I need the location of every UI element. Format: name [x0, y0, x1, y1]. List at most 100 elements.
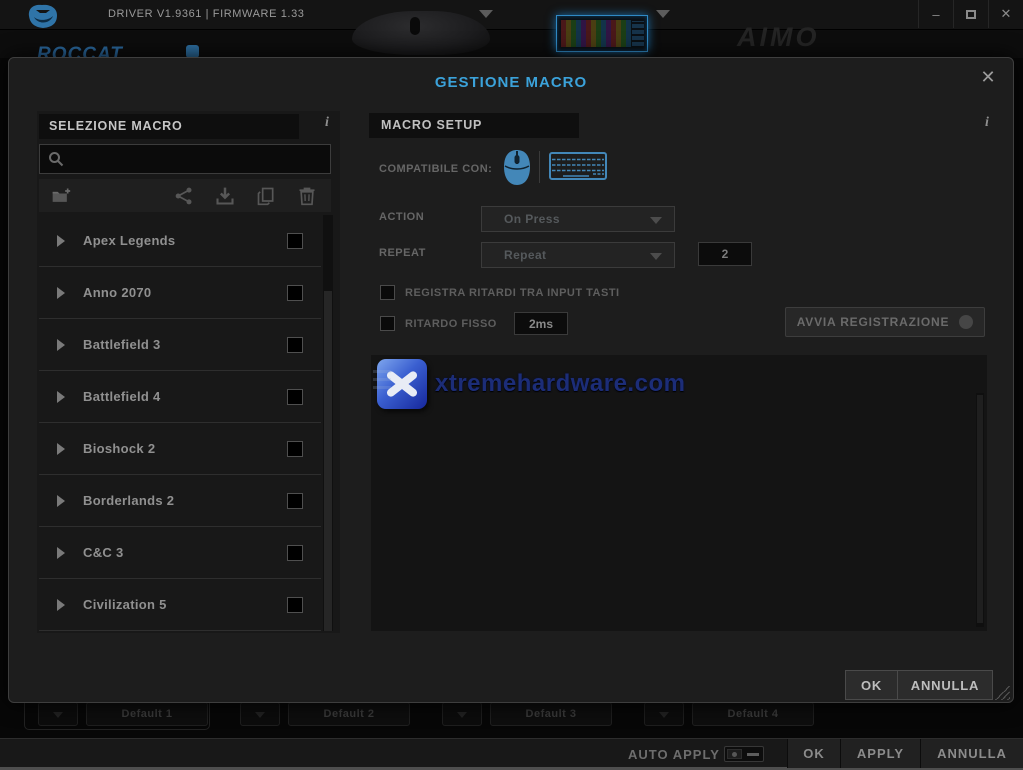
title-bar: DRIVER V1.9361 | FIRMWARE 1.33 – ✕	[0, 0, 1023, 30]
expand-arrow-icon[interactable]	[57, 495, 65, 507]
dialog-close-button[interactable]: ✕	[977, 66, 999, 88]
scrollbar-thumb[interactable]	[324, 291, 332, 631]
profile-slot: Default 4	[644, 702, 814, 726]
info-icon[interactable]: i	[985, 115, 989, 131]
minimize-button[interactable]: –	[918, 0, 953, 28]
start-recording-button[interactable]: AVVIA REGISTRAZIONE	[785, 307, 985, 337]
macro-group-name: Apex Legends	[83, 233, 175, 248]
profile-dropdown[interactable]	[644, 702, 684, 726]
app-header	[0, 30, 1023, 58]
scrollbar-thumb[interactable]	[977, 395, 983, 623]
action-label: ACTION	[379, 211, 424, 223]
expand-arrow-icon[interactable]	[57, 547, 65, 559]
profile-slot: Default 1	[38, 702, 208, 726]
macro-list-item[interactable]: Civilization 5	[39, 579, 321, 631]
repeat-label: REPEAT	[379, 247, 426, 259]
macro-list-item[interactable]: C&C 3	[39, 527, 321, 579]
expand-arrow-icon[interactable]	[57, 287, 65, 299]
profile-name[interactable]: Default 4	[692, 702, 814, 726]
profile-strip: Default 1 Default 2 Default 3 Default 4	[0, 700, 1023, 730]
macro-selection-panel: SELEZIONE MACRO i	[37, 111, 340, 633]
content-scrollbar[interactable]	[976, 393, 984, 627]
macro-group-name: Bioshock 2	[83, 441, 155, 456]
macro-group-name: Battlefield 4	[83, 389, 161, 404]
cancel-button[interactable]: ANNULLA	[920, 739, 1023, 768]
macro-list-item[interactable]: Apex Legends	[39, 215, 321, 267]
close-window-button[interactable]: ✕	[988, 0, 1023, 28]
macro-checkbox[interactable]	[287, 389, 303, 405]
search-input[interactable]	[70, 151, 320, 167]
mouse-device-image[interactable]	[352, 11, 490, 55]
delete-icon[interactable]	[297, 186, 317, 206]
info-icon[interactable]: i	[325, 115, 329, 131]
auto-apply-label: AUTO APPLY	[628, 747, 720, 762]
apply-button[interactable]: APPLY	[840, 739, 920, 768]
watermark-text: xtremehardware.com	[435, 370, 685, 398]
fixed-delay-field[interactable]: 2ms	[514, 312, 568, 335]
record-delays-checkbox[interactable]	[380, 285, 395, 300]
macro-list-item[interactable]: Bioshock 2	[39, 423, 321, 475]
bottom-action-bar: AUTO APPLY OK APPLY ANNULLA	[0, 738, 1023, 770]
expand-arrow-icon[interactable]	[57, 443, 65, 455]
auto-apply-toggle[interactable]	[724, 746, 764, 762]
profile-name[interactable]: Default 1	[86, 702, 208, 726]
record-icon	[959, 315, 973, 329]
compatible-with-label: COMPATIBILE CON:	[379, 163, 492, 175]
action-value: On Press	[504, 212, 560, 226]
profile-dropdown[interactable]	[38, 702, 78, 726]
macro-group-name: Borderlands 2	[83, 493, 174, 508]
duplicate-icon[interactable]	[256, 186, 276, 206]
dialog-ok-button[interactable]: OK	[846, 671, 898, 699]
keyboard-device-image[interactable]	[556, 15, 648, 52]
import-icon[interactable]	[215, 186, 235, 206]
macro-checkbox[interactable]	[287, 493, 303, 509]
ok-button[interactable]: OK	[787, 739, 840, 768]
fixed-delay-label: RITARDO FISSO	[405, 318, 497, 330]
profile-dropdown[interactable]	[442, 702, 482, 726]
macro-checkbox[interactable]	[287, 545, 303, 561]
macro-list-scrollbar[interactable]	[323, 215, 333, 631]
keyboard-compat-icon	[549, 152, 607, 180]
expand-arrow-icon[interactable]	[57, 599, 65, 611]
resize-grip[interactable]	[994, 686, 1010, 700]
macro-checkbox[interactable]	[287, 441, 303, 457]
app-window: DRIVER V1.9361 | FIRMWARE 1.33 – ✕ ROCCA…	[0, 0, 1023, 770]
watermark-x-icon	[377, 359, 427, 409]
expand-arrow-icon[interactable]	[57, 235, 65, 247]
profile-name[interactable]: Default 2	[288, 702, 410, 726]
macro-search-box[interactable]	[39, 144, 331, 174]
keyboard-dropdown-icon[interactable]	[656, 10, 670, 18]
macro-checkbox[interactable]	[287, 233, 303, 249]
roccat-logo-icon	[26, 3, 60, 29]
new-folder-icon[interactable]	[51, 186, 71, 206]
macro-toolbar	[39, 179, 331, 212]
action-dropdown[interactable]: On Press	[481, 206, 675, 232]
macro-list-item[interactable]: Battlefield 3	[39, 319, 321, 371]
macro-content-area[interactable]: xtremehardware.com	[371, 355, 987, 631]
profile-name[interactable]: Default 3	[490, 702, 612, 726]
toggle-knob	[727, 749, 742, 759]
profile-dropdown[interactable]	[240, 702, 280, 726]
macro-checkbox[interactable]	[287, 337, 303, 353]
share-icon[interactable]	[174, 186, 194, 206]
fixed-delay-checkbox[interactable]	[380, 316, 395, 331]
macro-list-item[interactable]: Anno 2070	[39, 267, 321, 319]
macro-selection-header: SELEZIONE MACRO	[39, 114, 299, 139]
repeat-value: Repeat	[504, 248, 546, 262]
mouse-dropdown-icon[interactable]	[479, 10, 493, 18]
expand-arrow-icon[interactable]	[57, 391, 65, 403]
repeat-dropdown[interactable]: Repeat	[481, 242, 675, 268]
macro-checkbox[interactable]	[287, 597, 303, 613]
expand-arrow-icon[interactable]	[57, 339, 65, 351]
record-delays-label: REGISTRA RITARDI TRA INPUT TASTI	[405, 287, 620, 299]
watermark-motion-lines	[373, 367, 391, 389]
macro-list-item[interactable]: Borderlands 2	[39, 475, 321, 527]
macro-list-item[interactable]: Battlefield 4	[39, 371, 321, 423]
macro-group-name: Anno 2070	[83, 285, 151, 300]
maximize-button[interactable]	[953, 0, 988, 28]
macro-checkbox[interactable]	[287, 285, 303, 301]
macro-manager-dialog: GESTIONE MACRO ✕ SELEZIONE MACRO i	[8, 57, 1014, 703]
dialog-cancel-button[interactable]: ANNULLA	[898, 671, 992, 699]
repeat-count-field[interactable]: 2	[698, 242, 752, 266]
search-icon	[48, 151, 64, 167]
